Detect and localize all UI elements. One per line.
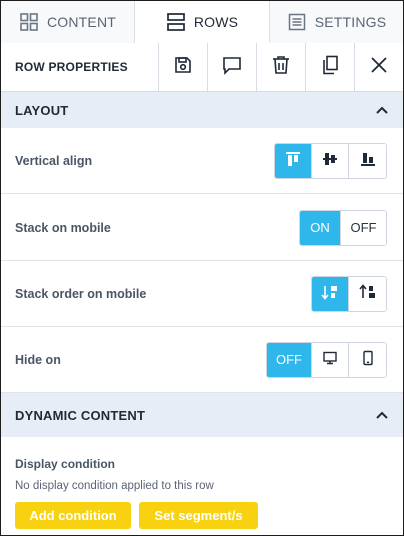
panel-title: ROW PROPERTIES: [15, 60, 128, 74]
stack-order-control: [311, 275, 387, 312]
dynamic-content-section-header[interactable]: DYNAMIC CONTENT: [1, 393, 403, 437]
tab-settings[interactable]: SETTINGS: [270, 1, 403, 43]
stack-on-mobile-row: Stack on mobile ON OFF: [1, 195, 403, 261]
close-icon: [370, 56, 388, 79]
stack-on-mobile-label: Stack on mobile: [15, 220, 111, 235]
comment-icon: [222, 55, 242, 80]
chevron-up-icon: [375, 103, 389, 117]
display-condition-description: No display condition applied to this row: [15, 480, 214, 492]
align-bottom-icon: [360, 151, 376, 170]
settings-list-icon: [287, 12, 307, 32]
trash-icon: [272, 55, 290, 80]
align-top-button[interactable]: [275, 143, 312, 178]
hide-on-control: OFF: [266, 341, 387, 378]
row-properties-panel: CONTENT ROWS SETTINGS ROW PROPERTIES LAY…: [0, 0, 404, 536]
tab-bar: CONTENT ROWS SETTINGS: [1, 1, 403, 43]
comment-button[interactable]: [207, 43, 256, 91]
add-condition-button[interactable]: Add condition: [15, 502, 131, 529]
vertical-align-control: [274, 142, 387, 179]
align-top-icon: [285, 151, 301, 170]
sort-up-icon: [358, 284, 377, 303]
grid-icon: [19, 12, 39, 32]
rows-icon: [166, 12, 186, 32]
stack-on-mobile-toggle: ON OFF: [299, 209, 387, 246]
desktop-icon: [322, 350, 338, 369]
delete-button[interactable]: [256, 43, 305, 91]
sort-down-icon: [321, 284, 339, 303]
dynamic-content-body: Display condition No display condition a…: [1, 437, 403, 535]
set-segment-button[interactable]: Set segment/s: [139, 502, 258, 529]
hide-on-row: Hide on OFF: [1, 327, 403, 393]
save-icon: [174, 56, 192, 79]
align-middle-icon: [322, 151, 338, 170]
stack-on-button[interactable]: ON: [300, 210, 341, 245]
align-bottom-button[interactable]: [349, 143, 386, 178]
display-condition-title: Display condition: [15, 457, 116, 471]
hide-mobile-button[interactable]: [349, 342, 386, 377]
hide-on-label: Hide on: [15, 352, 61, 367]
hide-off-button[interactable]: OFF: [267, 342, 312, 377]
tab-content-label: CONTENT: [46, 14, 117, 30]
tab-content[interactable]: CONTENT: [1, 1, 135, 43]
align-middle-button[interactable]: [312, 143, 349, 178]
mobile-icon: [360, 350, 376, 369]
close-button[interactable]: [354, 43, 403, 91]
duplicate-icon: [321, 55, 339, 80]
stack-order-label: Stack order on mobile: [15, 286, 147, 301]
duplicate-button[interactable]: [305, 43, 354, 91]
stack-order-normal-button[interactable]: [312, 276, 349, 311]
properties-toolbar: ROW PROPERTIES: [1, 43, 403, 92]
stack-order-row: Stack order on mobile: [1, 261, 403, 327]
stack-off-button[interactable]: OFF: [341, 210, 386, 245]
vertical-align-row: Vertical align: [1, 128, 403, 194]
stack-order-reverse-button[interactable]: [349, 276, 386, 311]
vertical-align-label: Vertical align: [15, 153, 93, 168]
chevron-up-icon: [375, 408, 389, 422]
tab-rows[interactable]: ROWS: [135, 1, 270, 43]
layout-section-title: LAYOUT: [15, 102, 69, 118]
save-button[interactable]: [158, 43, 207, 91]
tab-settings-label: SETTINGS: [314, 14, 387, 30]
tab-rows-label: ROWS: [193, 13, 239, 30]
hide-desktop-button[interactable]: [312, 342, 349, 377]
layout-section-header[interactable]: LAYOUT: [1, 92, 403, 128]
dynamic-content-section-title: DYNAMIC CONTENT: [15, 407, 146, 423]
